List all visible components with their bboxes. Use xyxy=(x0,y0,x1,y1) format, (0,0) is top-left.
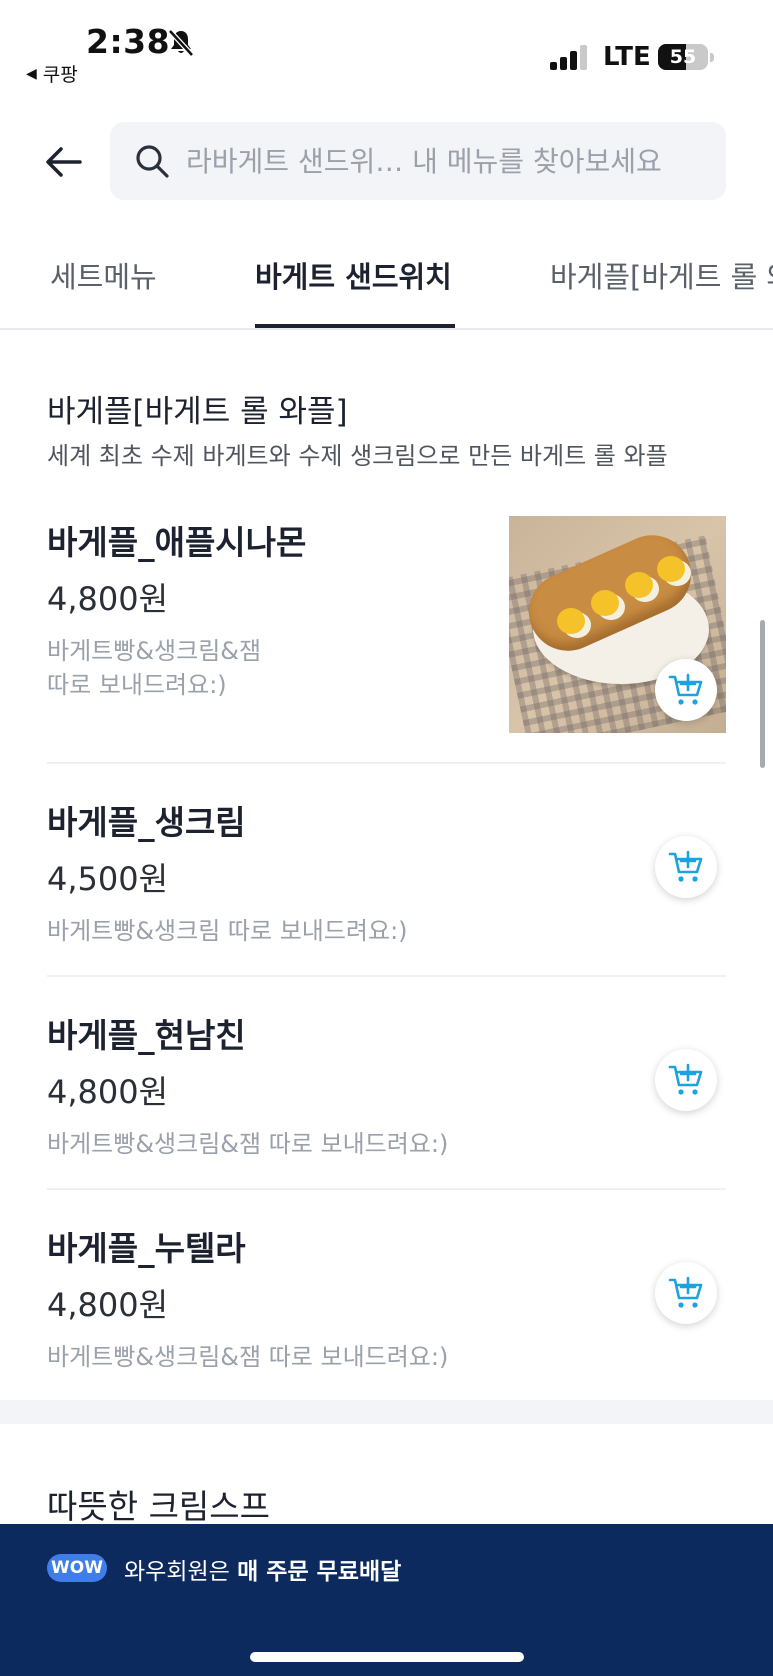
menu-item-nutella[interactable]: 바게플_누텔라 4,800원 바게트빵&생크림&잼 따로 보내드려요:) xyxy=(47,1222,726,1392)
bell-slash-icon xyxy=(168,29,194,57)
next-section-title: 따뜻한 크림스프 xyxy=(47,1487,271,1526)
wow-text-highlight: 매 주문 무료배달 xyxy=(237,1559,402,1585)
tab-bagueple[interactable]: 바게플[바게트 롤 와플] xyxy=(550,254,773,296)
category-tabs: 세트메뉴 바게트 샌드위치 바게플[바게트 롤 와플] xyxy=(0,240,773,330)
item-divider xyxy=(47,1188,726,1190)
cart-add-icon xyxy=(668,1276,703,1308)
tab-set-menu[interactable]: 세트메뉴 xyxy=(50,254,157,296)
back-arrow-icon xyxy=(46,147,82,177)
item-description: 바게트빵&생크림&잼 따로 보내드려요:) xyxy=(47,1130,449,1158)
item-description: 바게트빵&생크림 따로 보내드려요:) xyxy=(47,917,408,945)
item-price: 4,500원 xyxy=(47,860,169,898)
cart-add-icon xyxy=(668,850,703,882)
item-price: 4,800원 xyxy=(47,1286,169,1324)
battery-icon: 55 xyxy=(658,44,714,70)
menu-item-apple-cinnamon[interactable]: 바게플_애플시나몬 4,800원 바게트빵&생크림&잼 따로 보내드려요:) xyxy=(47,516,726,764)
status-bar: 2:38 ◀ 쿠팡 LTE 55 xyxy=(0,0,773,100)
back-app-label: 쿠팡 xyxy=(42,64,78,86)
add-to-cart-button[interactable] xyxy=(655,836,717,898)
section-title: 바게플[바게트 롤 와플] xyxy=(47,394,348,430)
menu-item-hyunnamchin[interactable]: 바게플_현남친 4,800원 바게트빵&생크림&잼 따로 보내드려요:) xyxy=(47,1009,726,1179)
menu-item-fresh-cream[interactable]: 바게플_생크림 4,500원 바게트빵&생크림 따로 보내드려요:) xyxy=(47,796,726,966)
cart-add-icon xyxy=(668,673,703,705)
item-name: 바게플_현남친 xyxy=(47,1016,246,1055)
item-divider xyxy=(47,975,726,977)
item-description: 바게트빵&생크림&잼 따로 보내드려요:) xyxy=(47,637,262,699)
scrollbar[interactable] xyxy=(760,620,765,768)
item-price: 4,800원 xyxy=(47,1073,169,1111)
signal-icon xyxy=(550,45,587,70)
wow-banner-text: 와우회원은 매 주문 무료배달 xyxy=(124,1552,401,1586)
active-tab-indicator xyxy=(255,324,455,328)
section-description: 세계 최초 수제 바게트와 수제 생크림으로 만든 바게트 롤 와플 xyxy=(47,442,668,470)
item-description: 바게트빵&생크림&잼 따로 보내드려요:) xyxy=(47,1343,449,1371)
back-triangle-icon: ◀ xyxy=(26,65,37,82)
home-indicator xyxy=(250,1652,524,1662)
search-input[interactable] xyxy=(186,144,706,178)
cart-add-icon xyxy=(668,1063,703,1095)
item-price: 4,800원 xyxy=(47,580,169,618)
wow-banner[interactable]: WOW 와우회원은 매 주문 무료배달 xyxy=(0,1524,773,1676)
search-bar[interactable] xyxy=(110,122,726,200)
item-name: 바게플_애플시나몬 xyxy=(47,523,307,562)
item-name: 바게플_누텔라 xyxy=(47,1229,246,1268)
add-to-cart-button[interactable] xyxy=(655,1049,717,1111)
back-button[interactable] xyxy=(40,138,88,186)
section-separator xyxy=(0,1400,773,1424)
network-type: LTE xyxy=(603,42,651,72)
back-to-app-button[interactable]: ◀ 쿠팡 xyxy=(26,60,78,87)
add-to-cart-button[interactable] xyxy=(655,1262,717,1324)
search-icon xyxy=(136,145,169,178)
item-name: 바게플_생크림 xyxy=(47,803,246,842)
add-to-cart-button[interactable] xyxy=(655,659,717,721)
tab-baguette-sandwich[interactable]: 바게트 샌드위치 xyxy=(255,254,452,296)
item-divider xyxy=(47,762,726,764)
status-time: 2:38 xyxy=(86,22,171,61)
battery-level: 55 xyxy=(669,46,697,68)
wow-badge: WOW xyxy=(47,1554,107,1582)
wow-text-prefix: 와우회원은 xyxy=(124,1559,238,1585)
